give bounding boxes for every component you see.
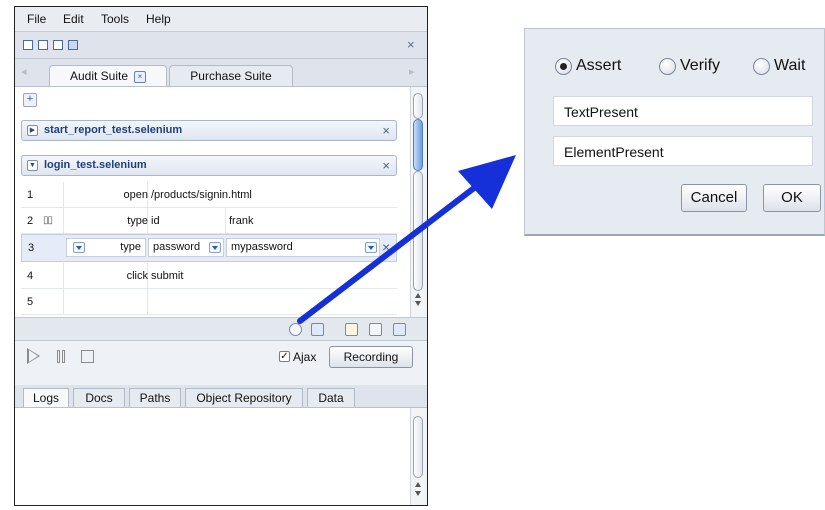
menu-help[interactable]: Help [146,12,171,26]
scroll-up-icon[interactable] [415,482,421,487]
target-field[interactable]: password [148,238,224,257]
option-text-present[interactable]: TextPresent [553,96,813,126]
ajax-checkbox[interactable]: ✓ [279,351,290,362]
command-field[interactable]: type [66,238,146,257]
tab-label: Purchase Suite [190,69,272,83]
menu-edit[interactable]: Edit [63,12,84,26]
option-element-present[interactable]: ElementPresent [553,136,813,166]
scroll-thumb[interactable] [413,416,423,478]
remove-test-icon[interactable]: × [382,123,390,138]
arrow-head [458,155,516,209]
dropdown-arrow-icon[interactable] [73,242,85,253]
playback-controls: ✓ Ajax Recording [15,341,427,379]
log-panel [15,408,410,505]
dropdown-arrow-icon[interactable] [209,242,221,253]
option-label: ElementPresent [564,144,664,160]
step-target[interactable]: submit [151,270,183,282]
radio-assert[interactable] [555,58,572,75]
log-scrollbar[interactable] [410,408,425,505]
radio-wait[interactable] [753,58,770,75]
tab-object-repository[interactable]: Object Repository [185,388,303,407]
list-icon[interactable] [53,40,63,50]
tab-docs[interactable]: Docs [73,388,125,407]
ok-button[interactable]: OK [763,184,821,212]
log-tab-bar: Logs Docs Paths Object Repository Data [15,385,427,408]
step-target[interactable]: id [151,215,160,227]
play-icon[interactable] [27,348,40,364]
tab-scroll-right-icon[interactable]: ▸ [409,65,415,78]
tab-logs[interactable]: Logs [23,388,69,407]
test-header-start-report[interactable]: ▶ start_report_test.selenium × [21,120,397,141]
scroll-down-icon[interactable] [415,491,421,496]
tab-close-icon[interactable]: × [134,71,147,83]
close-icon[interactable]: × [407,37,415,52]
step-number: 2 [27,215,34,227]
tab-data[interactable]: Data [307,388,355,407]
callout-arrow [297,155,516,324]
test-name: login_test.selenium [44,159,147,171]
arrow-shaft [297,182,481,324]
window-icon[interactable] [23,40,33,50]
option-label: TextPresent [564,104,638,120]
command-value: type [120,241,141,253]
menu-tools[interactable]: Tools [101,12,129,26]
stop-icon[interactable] [81,350,94,363]
radio-verify-label: Verify [680,57,721,74]
suite-tab-bar: ◂ Audit Suite × Purchase Suite ▸ [15,59,427,87]
tree-icon[interactable] [68,40,78,50]
step-command[interactable]: type [65,215,148,227]
test-name: start_report_test.selenium [44,124,183,136]
cancel-button[interactable]: Cancel [681,184,747,212]
scroll-thumb[interactable] [413,93,423,119]
tab-audit-suite[interactable]: Audit Suite × [49,65,167,86]
menu-bar: File Edit Tools Help [15,7,427,32]
recording-button[interactable]: Recording [329,346,413,368]
step-command[interactable]: open [65,189,148,201]
tab-paths[interactable]: Paths [129,388,181,407]
add-test-icon[interactable]: + [23,93,37,107]
target-value: password [153,241,201,253]
binoculars-icon[interactable] [38,40,48,50]
radio-verify[interactable] [659,58,676,75]
step-target[interactable]: /products/signin.html [151,189,252,201]
toolbar: × [15,32,427,59]
step-number: 1 [27,189,34,201]
step-number: 4 [27,270,34,282]
radio-assert-label: Assert [576,57,622,74]
tab-label: Audit Suite [69,69,129,83]
step-number: 3 [28,242,35,254]
tab-purchase-suite[interactable]: Purchase Suite [169,65,293,86]
pause-icon-bar [62,350,65,363]
collapse-toggle-icon[interactable]: ▼ [27,160,38,171]
expand-toggle-icon[interactable]: ▶ [27,125,38,136]
step-number: 5 [27,296,34,308]
assertion-dialog: Assert Verify Wait TextPresent ElementPr… [524,28,825,236]
tab-scroll-left-icon[interactable]: ◂ [21,65,27,78]
pause-icon[interactable] [57,350,60,363]
menu-file[interactable]: File [27,12,46,26]
step-value[interactable]: frank [229,215,253,227]
ajax-label: Ajax [293,350,317,364]
step-command[interactable]: click [65,270,148,282]
drag-handle-icon[interactable]: ▯▯ [43,215,53,226]
radio-wait-label: Wait [774,57,806,74]
